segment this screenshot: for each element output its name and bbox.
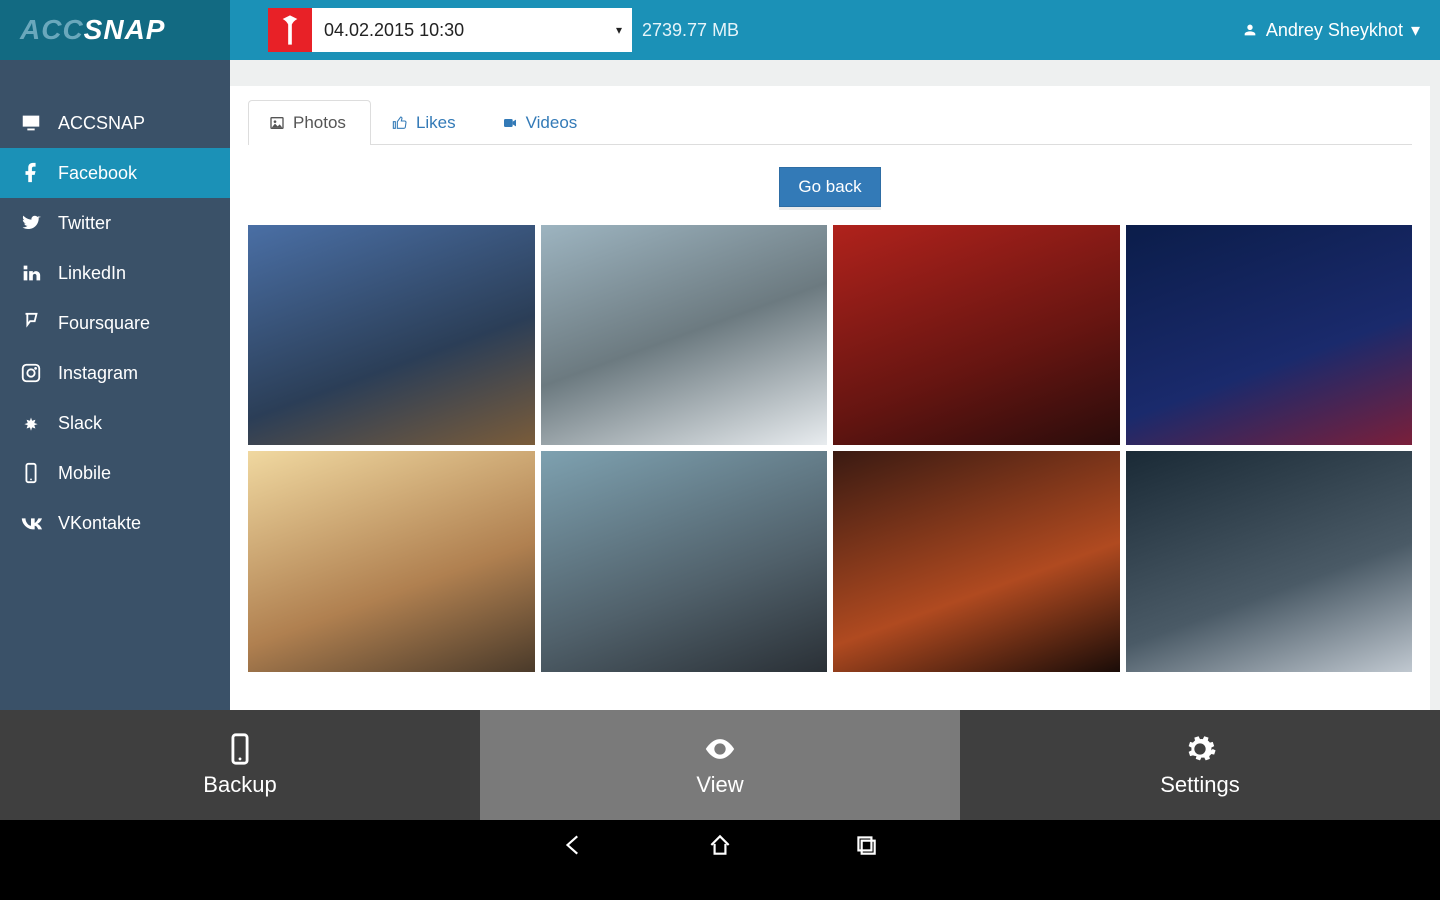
linkedin-icon xyxy=(20,262,42,284)
go-back-row: Go back xyxy=(248,145,1412,225)
sidebar-item-mobile[interactable]: Mobile xyxy=(0,448,230,498)
android-recent-icon[interactable] xyxy=(853,832,879,858)
sidebar-item-label: VKontakte xyxy=(58,513,141,534)
thumbs-up-icon xyxy=(392,115,408,131)
snapshot-date-select[interactable]: 04.02.2015 10:30 xyxy=(312,8,632,52)
sidebar-item-instagram[interactable]: Instagram xyxy=(0,348,230,398)
snapshot-date-select-wrap: 04.02.2015 10:30 xyxy=(312,8,632,52)
image-icon xyxy=(269,115,285,131)
bottom-nav-view[interactable]: View xyxy=(480,710,960,820)
user-icon xyxy=(1242,22,1258,38)
gear-icon xyxy=(1183,732,1217,766)
logo-part-snap: SNAP xyxy=(84,14,166,46)
top-bar: ACCSNAP 04.02.2015 10:30 2739.77 MB Andr… xyxy=(0,0,1440,60)
sidebar-item-label: Foursquare xyxy=(58,313,150,334)
photo-thumbnail[interactable] xyxy=(833,451,1120,671)
photo-thumbnail[interactable] xyxy=(1126,451,1413,671)
sidebar-item-label: Slack xyxy=(58,413,102,434)
sidebar-item-twitter[interactable]: Twitter xyxy=(0,198,230,248)
tab-label: Videos xyxy=(526,113,578,133)
sidebar-item-label: Mobile xyxy=(58,463,111,484)
sidebar-item-slack[interactable]: Slack xyxy=(0,398,230,448)
android-home-icon[interactable] xyxy=(707,832,733,858)
photo-thumbnail[interactable] xyxy=(248,451,535,671)
bottom-nav-backup[interactable]: Backup xyxy=(0,710,480,820)
account-avatar-icon[interactable] xyxy=(268,8,312,52)
facebook-icon xyxy=(20,162,42,184)
foursquare-icon xyxy=(20,312,42,334)
caret-down-icon: ▾ xyxy=(1411,20,1420,41)
sidebar-item-label: Facebook xyxy=(58,163,137,184)
sidebar-item-label: Twitter xyxy=(58,213,111,234)
bottom-nav: Backup View Settings xyxy=(0,710,1440,820)
bottom-nav-label: Backup xyxy=(203,772,276,798)
sidebar-item-foursquare[interactable]: Foursquare xyxy=(0,298,230,348)
tab-label: Likes xyxy=(416,113,456,133)
video-icon xyxy=(502,115,518,131)
bottom-nav-label: View xyxy=(696,772,743,798)
app-body: ACCSNAP Facebook Twitter LinkedIn Foursq… xyxy=(0,60,1440,710)
slack-icon xyxy=(20,412,42,434)
sidebar-item-label: ACCSNAP xyxy=(58,113,145,134)
phone-icon xyxy=(223,732,257,766)
tab-photos[interactable]: Photos xyxy=(248,100,371,145)
tab-likes[interactable]: Likes xyxy=(371,100,481,145)
instagram-icon xyxy=(20,362,42,384)
logo-part-acc: ACC xyxy=(20,14,84,46)
sidebar-item-linkedin[interactable]: LinkedIn xyxy=(0,248,230,298)
tab-videos[interactable]: Videos xyxy=(481,100,603,145)
photo-thumbnail[interactable] xyxy=(833,225,1120,445)
android-back-icon[interactable] xyxy=(561,832,587,858)
android-system-bar xyxy=(0,820,1440,870)
sidebar-item-label: Instagram xyxy=(58,363,138,384)
mobile-icon xyxy=(20,462,42,484)
app-logo: ACCSNAP xyxy=(0,0,230,60)
go-back-button[interactable]: Go back xyxy=(779,167,880,207)
photo-thumbnail[interactable] xyxy=(541,225,828,445)
android-nav-wrap xyxy=(0,820,1440,900)
eye-icon xyxy=(703,732,737,766)
app-window: ACCSNAP 04.02.2015 10:30 2739.77 MB Andr… xyxy=(0,0,1440,820)
bottom-nav-settings[interactable]: Settings xyxy=(960,710,1440,820)
photo-thumbnail[interactable] xyxy=(541,451,828,671)
main-content: Photos Likes Videos Go back xyxy=(230,60,1440,710)
sidebar-item-facebook[interactable]: Facebook xyxy=(0,148,230,198)
photo-grid xyxy=(248,225,1412,672)
photo-thumbnail[interactable] xyxy=(248,225,535,445)
user-name-label: Andrey Sheykhot xyxy=(1266,20,1403,41)
content-tabs: Photos Likes Videos xyxy=(248,100,1412,145)
sidebar-item-accsnap[interactable]: ACCSNAP xyxy=(0,98,230,148)
twitter-icon xyxy=(20,212,42,234)
sidebar-item-vkontakte[interactable]: VKontakte xyxy=(0,498,230,548)
monitor-icon xyxy=(20,112,42,134)
tesla-t-icon xyxy=(268,8,312,52)
photo-thumbnail[interactable] xyxy=(1126,225,1413,445)
user-menu[interactable]: Andrey Sheykhot ▾ xyxy=(1242,20,1420,41)
storage-size-label: 2739.77 MB xyxy=(642,20,739,41)
bottom-nav-label: Settings xyxy=(1160,772,1240,798)
sidebar-item-label: LinkedIn xyxy=(58,263,126,284)
sidebar: ACCSNAP Facebook Twitter LinkedIn Foursq… xyxy=(0,60,230,710)
vk-icon xyxy=(20,512,42,534)
content-card: Photos Likes Videos Go back xyxy=(230,86,1430,710)
tab-label: Photos xyxy=(293,113,346,133)
